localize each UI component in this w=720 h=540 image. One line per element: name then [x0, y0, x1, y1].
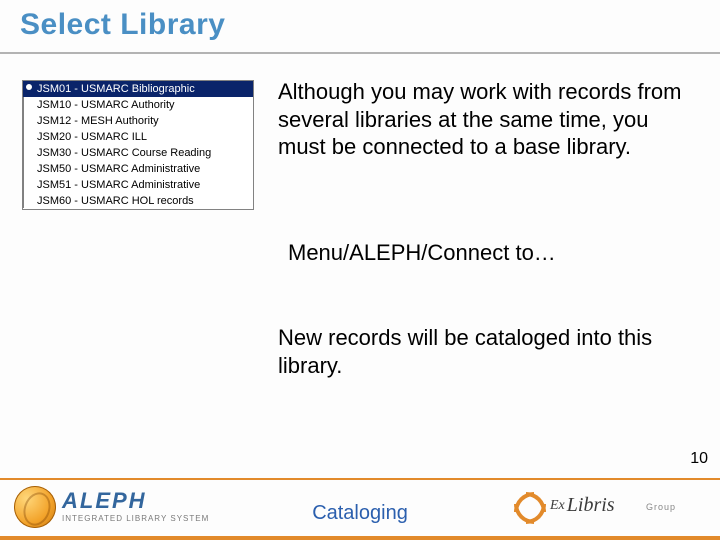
library-list-item-label: JSM10 - USMARC Authority	[37, 99, 175, 111]
page-title: Select Library	[20, 8, 225, 42]
footer-rule-bottom	[0, 536, 720, 540]
library-list-item[interactable]: JSM50 - USMARC Administrative	[23, 161, 253, 177]
exlibris-mark-icon	[516, 494, 542, 520]
library-list-item-label: JSM12 - MESH Authority	[37, 115, 159, 127]
library-list-item[interactable]: JSM51 - USMARC Administrative	[23, 177, 253, 193]
page-number: 10	[690, 450, 708, 468]
library-list-item[interactable]: JSM20 - USMARC ILL	[23, 129, 253, 145]
title-rule	[0, 52, 720, 54]
slide: Select Library JSM01 - USMARC Bibliograp…	[0, 0, 720, 540]
body-paragraph-2: New records will be cataloged into this …	[278, 324, 708, 379]
library-list-item-label: JSM30 - USMARC Course Reading	[37, 147, 211, 159]
library-list-item-label: JSM51 - USMARC Administrative	[37, 179, 200, 191]
library-list-item[interactable]: JSM30 - USMARC Course Reading	[23, 145, 253, 161]
library-listbox[interactable]: JSM01 - USMARC Bibliographic JSM10 - USMA…	[22, 80, 254, 210]
library-list-item[interactable]: JSM60 - USMARC HOL records	[23, 193, 253, 209]
library-list-item[interactable]: JSM10 - USMARC Authority	[23, 97, 253, 113]
library-list-item-label: JSM60 - USMARC HOL records	[37, 195, 194, 207]
exlibris-logo: ExLibris Group	[516, 494, 706, 530]
aleph-logo-text: ALEPH	[62, 488, 147, 514]
library-list-item[interactable]: JSM12 - MESH Authority	[23, 113, 253, 129]
library-list-item-label: JSM20 - USMARC ILL	[37, 131, 147, 143]
aleph-tagline: INTEGRATED LIBRARY SYSTEM	[62, 514, 209, 523]
selection-bullet-icon	[26, 84, 32, 90]
globe-icon	[14, 486, 56, 528]
library-list-item-label: JSM50 - USMARC Administrative	[37, 163, 200, 175]
exlibris-group-text: Group	[646, 502, 676, 512]
library-list-item[interactable]: JSM01 - USMARC Bibliographic	[23, 81, 253, 97]
aleph-logo: ALEPH INTEGRATED LIBRARY SYSTEM	[14, 486, 264, 534]
menu-path-text: Menu/ALEPH/Connect to…	[288, 240, 708, 266]
footer-center-label: Cataloging	[312, 502, 408, 525]
body-paragraph-1: Although you may work with records from …	[278, 78, 688, 161]
footer: ALEPH INTEGRATED LIBRARY SYSTEM Catalogi…	[0, 480, 720, 536]
exlibris-wordmark: ExLibris	[550, 494, 615, 517]
library-list-item-label: JSM01 - USMARC Bibliographic	[37, 83, 195, 95]
